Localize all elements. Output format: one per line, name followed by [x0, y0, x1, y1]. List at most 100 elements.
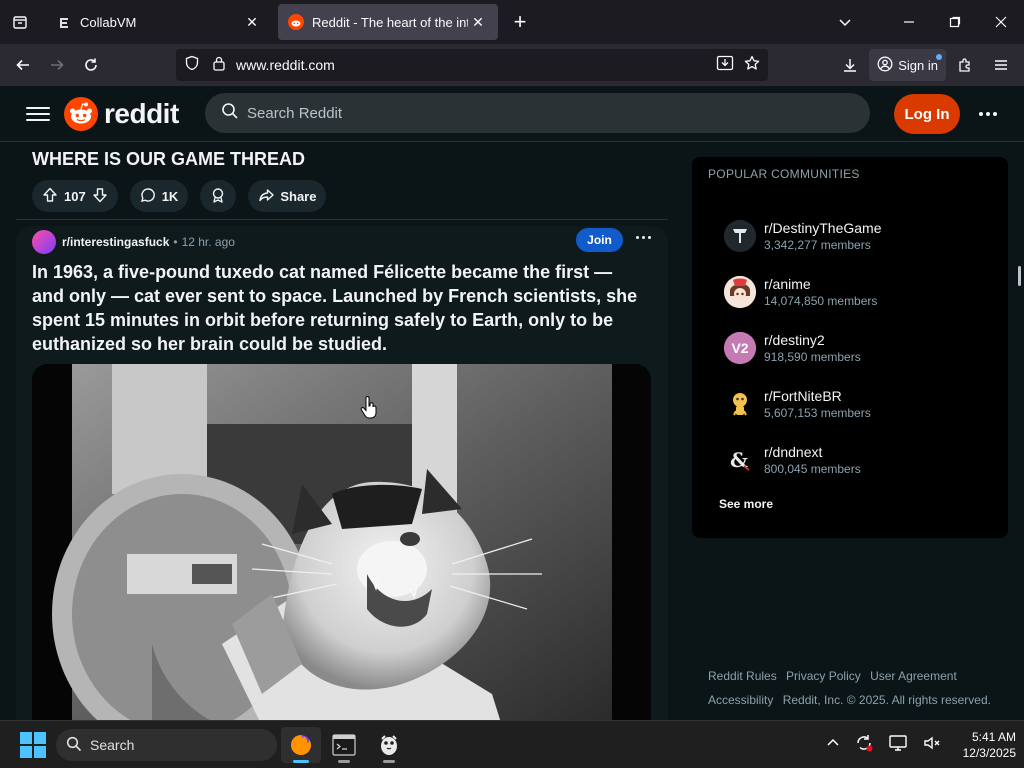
footer-link[interactable]: Privacy Policy [786, 669, 861, 683]
tab-collabvm[interactable]: CollabVM ✕ [46, 4, 272, 40]
taskbar-terminal-icon[interactable] [324, 727, 364, 763]
community-item[interactable]: & r/dndnext 800,045 members [724, 443, 861, 477]
svg-text:&: & [730, 448, 748, 472]
share-button[interactable]: Share [248, 180, 327, 212]
community-name: r/anime [764, 276, 811, 292]
post-meta: r/interestingasfuck • 12 hr. ago [32, 230, 235, 254]
footer-link[interactable]: User Agreement [870, 669, 957, 683]
minimize-button[interactable] [886, 0, 932, 44]
meta-separator: • [173, 235, 178, 249]
join-button[interactable]: Join [576, 228, 623, 252]
award-icon [210, 187, 226, 206]
forward-arrow-icon[interactable] [40, 48, 74, 82]
footer-link[interactable]: Reddit Rules [708, 669, 777, 683]
community-item[interactable]: r/anime 14,074,850 members [724, 275, 877, 309]
tab-title: CollabVM [80, 14, 137, 30]
tab-title: Reddit - The heart of the internet [312, 14, 468, 30]
reddit-icon [288, 14, 304, 30]
system-tray [826, 721, 942, 768]
more-options-icon[interactable] [976, 102, 1000, 126]
downloads-icon[interactable] [833, 48, 867, 82]
windows-start-icon[interactable] [20, 731, 46, 758]
post-timestamp: 12 hr. ago [181, 235, 235, 249]
post-title[interactable]: In 1963, a five-pound tuxedo cat named F… [32, 260, 646, 356]
address-bar[interactable]: www.reddit.com [176, 49, 768, 81]
app-menu-hamburger-icon[interactable] [984, 48, 1018, 82]
reddit-menu-hamburger-icon[interactable] [26, 106, 50, 121]
sign-in-label: Sign in [898, 57, 938, 73]
sign-in-button[interactable]: Sign in [869, 49, 946, 81]
community-members: 14,074,850 members [764, 294, 878, 308]
active-indicator [293, 760, 309, 763]
url-text[interactable]: www.reddit.com [236, 57, 335, 73]
community-name: r/DestinyTheGame [764, 220, 882, 236]
subreddit-avatar[interactable] [32, 230, 56, 254]
reddit-search-bar[interactable] [205, 93, 870, 133]
taskbar-clock[interactable]: 5:41 AM 12/3/2025 [940, 729, 1016, 761]
award-button[interactable] [200, 180, 237, 212]
post-image[interactable] [32, 364, 651, 720]
maximize-button[interactable] [932, 0, 978, 44]
log-in-button[interactable]: Log In [894, 94, 960, 134]
subreddit-link[interactable]: r/interestingasfuck [62, 235, 169, 249]
post-options-icon[interactable] [636, 236, 651, 239]
scrollbar-thumb[interactable] [1018, 266, 1021, 286]
search-input[interactable] [247, 104, 807, 122]
new-tab-button[interactable]: + [502, 4, 538, 40]
community-item[interactable]: V2 r/destiny2 918,590 members [724, 331, 861, 365]
taskbar-app-penguin-icon[interactable] [369, 727, 409, 763]
running-indicator [338, 760, 350, 763]
back-arrow-icon[interactable] [6, 48, 40, 82]
post-card[interactable]: r/interestingasfuck • 12 hr. ago Join In… [16, 226, 668, 720]
footer-link[interactable]: Accessibility [708, 693, 773, 707]
running-indicator [383, 760, 395, 763]
see-more-button[interactable]: See more [719, 497, 773, 511]
lock-icon[interactable] [212, 55, 226, 76]
reader-view-download-icon[interactable] [716, 55, 734, 76]
cat-photo-image [32, 364, 651, 720]
community-name: r/destiny2 [764, 332, 825, 348]
taskbar-search-label: Search [90, 737, 135, 753]
previous-post-actions: 107 1K Share [32, 180, 327, 212]
network-icon[interactable] [888, 733, 908, 758]
copyright-text: Reddit, Inc. © 2025. All rights reserved… [782, 693, 991, 707]
comments-button[interactable]: 1K [129, 180, 189, 212]
taskbar-firefox-icon[interactable] [281, 727, 321, 763]
reload-icon[interactable] [74, 48, 108, 82]
share-icon [258, 187, 275, 206]
upvote-icon[interactable] [42, 187, 58, 206]
popular-communities-heading: POPULAR COMMUNITIES [708, 167, 860, 181]
close-window-button[interactable] [978, 0, 1024, 44]
show-hidden-icons-chevron-icon[interactable] [826, 736, 840, 755]
sync-alert-icon[interactable] [854, 733, 874, 758]
community-item[interactable]: r/FortNiteBR 5,607,153 members [724, 387, 871, 421]
tracking-shield-icon[interactable] [184, 55, 200, 76]
svg-text:V2: V2 [731, 340, 748, 356]
community-item[interactable]: r/DestinyTheGame 3,342,277 members [724, 219, 881, 253]
tab-list-icon[interactable] [0, 0, 40, 44]
taskbar-search[interactable]: Search [56, 729, 277, 761]
tab-overflow-chevron-icon[interactable] [822, 0, 868, 44]
tab-reddit[interactable]: Reddit - The heart of the internet ✕ [278, 4, 498, 40]
extensions-puzzle-icon[interactable] [948, 48, 982, 82]
downvote-icon[interactable] [92, 187, 108, 206]
vote-count: 107 [64, 188, 86, 204]
volume-muted-icon[interactable] [922, 733, 942, 758]
page-scrollbar[interactable] [1016, 142, 1024, 720]
main-feed: WHERE IS OUR GAME THREAD 107 1K Share r/… [16, 142, 668, 720]
post-divider [16, 219, 668, 220]
community-members: 3,342,277 members [764, 238, 871, 252]
share-label: Share [280, 188, 317, 204]
clock-date: 12/3/2025 [962, 746, 1016, 760]
reddit-header: reddit Log In [0, 86, 1024, 142]
vote-buttons: 107 [32, 180, 118, 212]
comment-icon [140, 187, 156, 206]
community-name: r/dndnext [764, 444, 823, 460]
close-tab-icon[interactable]: ✕ [242, 12, 262, 32]
previous-post-title[interactable]: WHERE IS OUR GAME THREAD [32, 149, 305, 170]
bookmark-star-icon[interactable] [744, 55, 760, 76]
account-icon [877, 56, 893, 75]
close-tab-icon[interactable]: ✕ [468, 12, 488, 32]
popular-communities-panel: POPULAR COMMUNITIES r/DestinyTheGame 3,3… [692, 157, 1008, 538]
reddit-logo[interactable]: reddit [64, 96, 179, 131]
